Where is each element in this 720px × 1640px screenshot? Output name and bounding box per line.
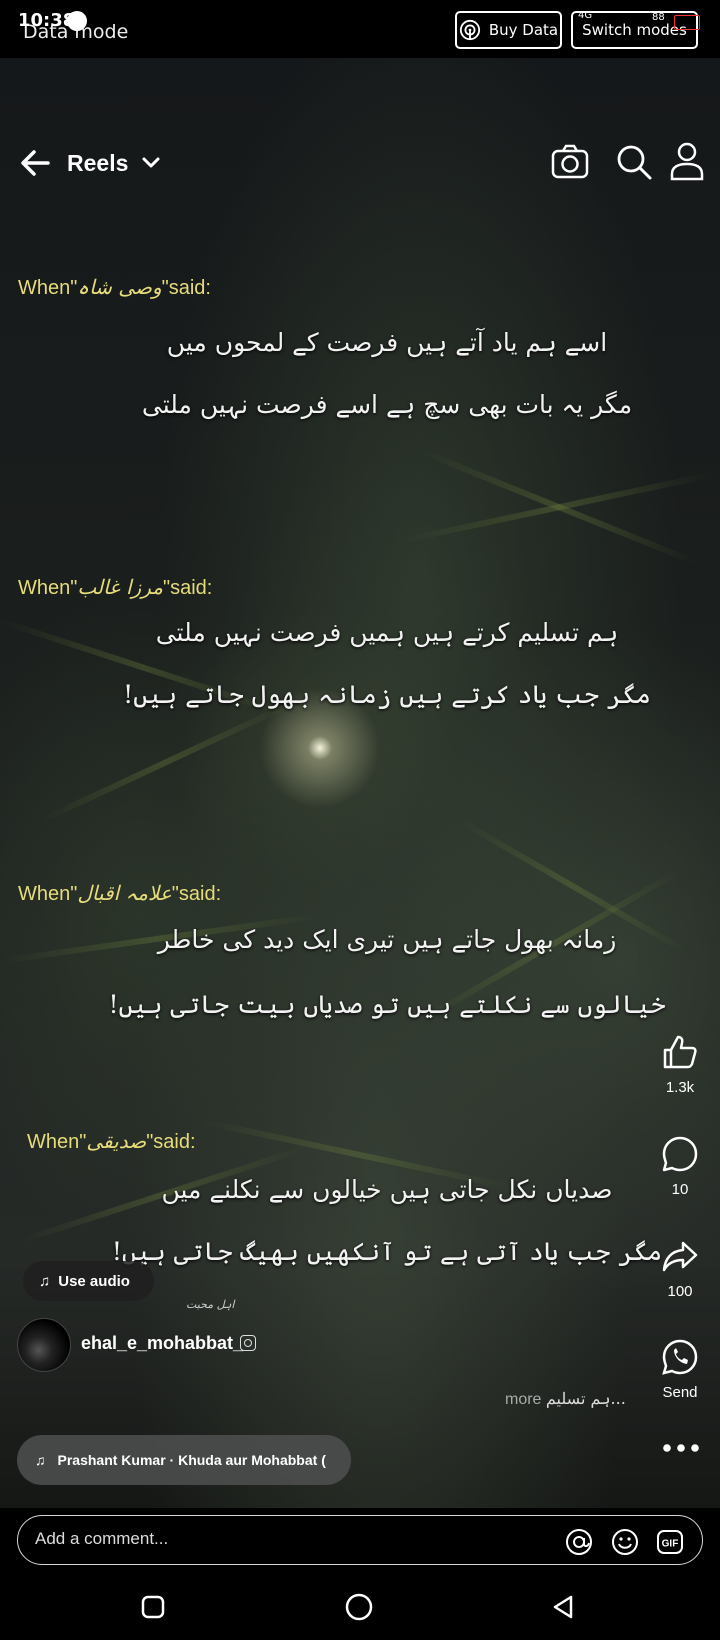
quote-1-heading: When"وصی شاہ"said:: [18, 275, 211, 300]
quote-1-line-1: اسے ہم یاد آتے ہیں فرصت کے لمحوں میں: [166, 328, 608, 357]
reels-header: Reels: [0, 132, 720, 198]
quote-2-line-2: مگر جب یاد کرتے ہیں زمانہ بھول جاتے ہیں!: [123, 680, 651, 709]
when-text: When": [18, 577, 78, 599]
comment-placeholder: Add a comment...: [35, 1529, 169, 1548]
instagram-icon: [240, 1335, 256, 1351]
comment-input[interactable]: Add a comment... GIF: [17, 1515, 703, 1565]
messenger-icon: [67, 11, 87, 31]
profile-icon[interactable]: [668, 140, 706, 182]
system-nav-bar: [0, 1575, 720, 1640]
quote-4-line-1: صدیاں نکل جاتی ہیں خیالوں سے نکلنے میں: [161, 1175, 613, 1204]
said-text: "said:: [162, 577, 213, 599]
whatsapp-icon: [662, 1339, 698, 1375]
quote-2-heading: When"مرزا غالب"said:: [18, 575, 212, 600]
comment-button[interactable]: 10: [650, 1135, 710, 1198]
comment-count: 10: [671, 1181, 689, 1198]
gif-icon[interactable]: GIF: [656, 1528, 684, 1556]
more-options-icon[interactable]: [662, 1443, 700, 1453]
watermark-signature: اہل محبت: [186, 1298, 235, 1311]
music-track[interactable]: ♫ Prashant Kumar · Khuda aur Mohabbat (: [17, 1435, 351, 1485]
page-title[interactable]: Reels: [67, 150, 128, 177]
use-audio-button[interactable]: ♫ Use audio: [23, 1261, 154, 1301]
quote-2-line-1: ہم تسلیم کرتے ہیں ہمیں فرصت نہیں ملتی: [155, 618, 619, 647]
chevron-down-icon[interactable]: [140, 152, 162, 174]
caption-text: ہم تسلیم...: [545, 1389, 626, 1408]
switch-modes-label: Switch modes: [582, 21, 687, 39]
comment-bubble-icon: [662, 1136, 698, 1172]
music-track-text: Prashant Kumar · Khuda aur Mohabbat (: [57, 1452, 326, 1468]
mention-icon[interactable]: [565, 1528, 593, 1556]
home-icon[interactable]: [345, 1593, 373, 1621]
music-note-icon: ♫: [35, 1452, 46, 1468]
battery-level: 88: [652, 12, 665, 23]
share-count: 100: [667, 1283, 693, 1300]
quote-3-line-2: خیالوں سے نکلتے ہیں تو صدیاں بیت جاتی ہی…: [108, 990, 666, 1019]
when-text: When": [18, 277, 78, 299]
quote-3-heading: When"علامہ اقبال"said:: [18, 881, 221, 906]
username[interactable]: ehal_e_mohabbat_: [81, 1333, 243, 1354]
status-bar: Data mode 10:38 Buy Data Switch modes 4G…: [0, 0, 720, 58]
quote-1-line-2: مگر یہ بات بھی سچ ہے اسے فرصت نہیں ملتی: [141, 390, 633, 419]
send-label: Send: [662, 1384, 698, 1401]
buy-data-label: Buy Data: [488, 21, 559, 39]
send-button[interactable]: Send: [650, 1338, 710, 1401]
when-text: When": [18, 883, 78, 905]
said-text: "said:: [171, 883, 222, 905]
hotspot-icon: [459, 19, 480, 41]
when-text: When": [27, 1131, 87, 1153]
battery-icon: [674, 15, 700, 30]
camera-icon[interactable]: [550, 142, 590, 182]
buy-data-button[interactable]: Buy Data: [455, 11, 562, 49]
poet-name: وصی شاہ: [77, 275, 162, 299]
poet-name: مرزا غالب: [77, 575, 163, 599]
quote-4-heading: When"صدیقی"said:: [27, 1129, 196, 1154]
back-arrow-icon[interactable]: [18, 146, 52, 180]
quote-3-line-1: زمانہ بھول جاتے ہیں تیری ایک دید کی خاطر: [157, 925, 617, 954]
back-nav-icon[interactable]: [551, 1594, 575, 1620]
recent-apps-icon[interactable]: [141, 1595, 165, 1619]
emoji-icon[interactable]: [611, 1528, 639, 1556]
use-audio-label: Use audio: [58, 1272, 130, 1290]
poet-name: صدیقی: [86, 1129, 147, 1153]
music-note-icon: ♫: [39, 1272, 51, 1290]
share-button[interactable]: 100: [650, 1237, 710, 1300]
svg-text:GIF: GIF: [662, 1539, 679, 1550]
said-text: "said:: [161, 277, 211, 299]
avatar[interactable]: [17, 1318, 71, 1372]
caption[interactable]: more ہم تسلیم...: [505, 1389, 626, 1409]
share-arrow-icon: [662, 1241, 698, 1272]
like-count: 1.3k: [665, 1079, 695, 1096]
poet-name: علامہ اقبال: [77, 881, 172, 905]
caption-more[interactable]: more: [505, 1391, 541, 1408]
said-text: "said:: [146, 1131, 196, 1153]
thumbs-up-icon: [663, 1035, 697, 1069]
network-indicator: 4G: [578, 10, 593, 21]
like-button[interactable]: 1.3k: [650, 1033, 710, 1096]
search-icon[interactable]: [614, 142, 654, 182]
